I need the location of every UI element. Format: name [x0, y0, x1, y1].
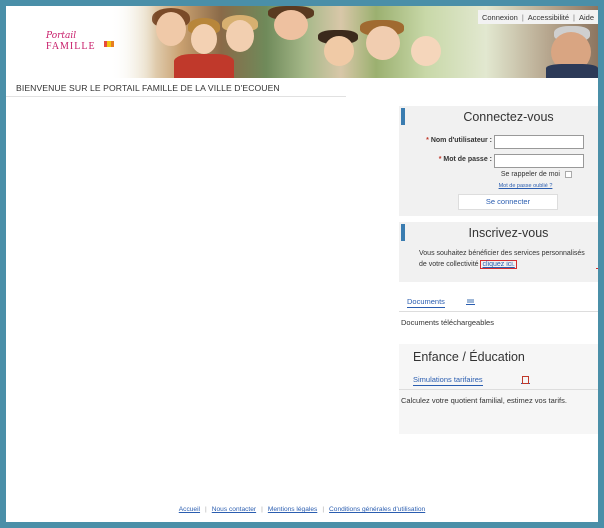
photo-child	[366, 26, 400, 60]
welcome-arrow	[346, 78, 356, 98]
register-title: Inscrivez-vous	[468, 226, 549, 240]
logo-word: FAMILLE	[46, 41, 96, 52]
footer-contact-link[interactable]: Nous contacter	[212, 506, 256, 513]
register-link[interactable]: cliquez ici.	[480, 260, 517, 269]
username-input[interactable]	[494, 135, 584, 149]
accessibilite-link[interactable]: Accessibilité	[528, 13, 569, 22]
connexion-link[interactable]: Connexion	[482, 13, 518, 22]
separator: |	[573, 12, 575, 22]
logo-script: Portail	[46, 31, 77, 41]
separator: |	[322, 506, 325, 513]
panel-accent	[401, 224, 405, 241]
username-label-text: Nom d'utilisateur :	[430, 137, 492, 144]
panel-accent	[401, 108, 405, 125]
enfance-description: Calculez votre quotient familial, estime…	[401, 396, 567, 405]
required-mark: *	[438, 156, 442, 163]
enfance-title: Enfance / Éducation	[413, 350, 525, 364]
username-label: * Nom d'utilisateur :	[426, 137, 492, 144]
documents-tabbar: Documents	[399, 292, 598, 312]
enfance-tabbar: Simulations tarifaires	[399, 370, 598, 390]
documents-section: Documents Documents téléchargeables	[399, 292, 598, 338]
footer: Accueil | Nous contacter | Mentions légales |…	[6, 506, 598, 513]
required-mark: *	[426, 137, 429, 144]
username-row: * Nom d'utilisateur :	[399, 135, 598, 149]
photo-child	[274, 10, 308, 40]
remember-label: Se rappeler de moi	[500, 171, 560, 178]
login-title: Connectez-vous	[463, 110, 554, 124]
photo-adult	[546, 64, 598, 78]
tab-documents[interactable]: Documents	[407, 297, 445, 308]
photo-child	[156, 12, 186, 46]
separator: |	[521, 12, 524, 22]
tab-simulations[interactable]: Simulations tarifaires	[413, 375, 483, 386]
footer-accueil-link[interactable]: Accueil	[179, 506, 200, 513]
top-links-bar: Connexion | Accessibilité | Aide	[477, 10, 598, 24]
portail-famille-logo[interactable]: Portail FAMILLE	[46, 31, 114, 52]
right-column: Connectez-vous * Nom d'utilisateur : * M…	[399, 106, 598, 434]
logo-flag-icon	[104, 41, 114, 47]
aide-link[interactable]: Aide	[579, 13, 594, 22]
enfance-section: Enfance / Éducation Simulations tarifair…	[399, 344, 598, 434]
photo-child	[226, 20, 254, 52]
password-row: * Mot de passe :	[399, 154, 598, 168]
password-label-text: Mot de passe :	[443, 156, 492, 163]
photo-child	[191, 24, 217, 54]
connect-button[interactable]: Se connecter	[458, 194, 558, 210]
documents-description: Documents téléchargeables	[401, 318, 494, 327]
password-input[interactable]	[494, 154, 584, 168]
login-panel: Connectez-vous * Nom d'utilisateur : * M…	[399, 106, 598, 216]
annotation-line	[596, 268, 598, 269]
separator: |	[205, 506, 207, 513]
welcome-banner: BIENVENUE SUR LE PORTAIL FAMILLE DE LA V…	[6, 78, 346, 97]
download-icon[interactable]	[466, 299, 475, 305]
password-label: * Mot de passe :	[439, 156, 492, 163]
page-frame: Portail FAMILLE Connexion | Accessibilit…	[6, 6, 598, 522]
photo-child	[324, 36, 354, 66]
remember-checkbox[interactable]	[565, 171, 572, 178]
forgot-password-link[interactable]: Mot de passe oublié ?	[399, 183, 598, 189]
register-panel: Inscrivez-vous Vous souhaitez bénéficier…	[399, 222, 598, 282]
photo-child	[174, 54, 234, 78]
separator: |	[261, 506, 263, 513]
header-banner: Portail FAMILLE Connexion | Accessibilit…	[6, 6, 598, 78]
footer-cgu-link[interactable]: Conditions générales d'utilisation	[329, 506, 425, 513]
footer-mentions-link[interactable]: Mentions légales	[268, 506, 317, 513]
photo-child	[411, 36, 441, 66]
register-text: Vous souhaitez bénéficier des services p…	[419, 248, 594, 270]
calculator-icon[interactable]	[521, 376, 530, 384]
welcome-text: BIENVENUE SUR LE PORTAIL FAMILLE DE LA V…	[16, 83, 280, 93]
